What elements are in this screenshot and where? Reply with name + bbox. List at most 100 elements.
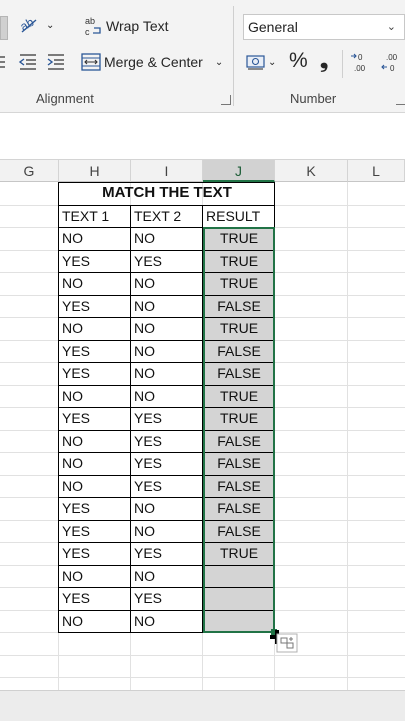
text-cell[interactable]: NO [131,520,203,543]
table-header-cell: RESULT [206,208,261,224]
increase-indent-button[interactable] [46,52,66,72]
table-border [58,182,275,183]
decrease-decimal-icon: .00 0 [381,53,398,73]
merge-center-label: Merge & Center [104,54,203,70]
table-border [58,205,275,206]
text-cell[interactable]: NO [59,227,131,250]
text-cell[interactable]: YES [131,407,203,430]
text-cell[interactable]: NO [59,317,131,340]
text-cell[interactable]: NO [59,475,131,498]
text-cell[interactable]: NO [131,317,203,340]
text-cell[interactable]: YES [59,362,131,385]
text-cell[interactable]: NO [131,295,203,318]
table-title: MATCH THE TEXT [102,184,232,201]
text-cell[interactable]: YES [131,452,203,475]
text-cell[interactable]: YES [59,340,131,363]
text-cell[interactable]: NO [131,610,203,633]
gridline-horizontal [0,677,405,678]
text-cell[interactable]: NO [59,272,131,295]
percent-label: % [289,49,308,72]
group-divider [342,50,343,78]
column-header-l[interactable]: L [348,160,405,182]
text-cell[interactable]: YES [131,587,203,610]
wrap-text-label: Wrap Text [106,18,169,34]
text-cell[interactable]: YES [59,587,131,610]
chevron-down-icon: ⌄ [46,19,55,31]
text-cell[interactable]: NO [131,227,203,250]
quick-analysis-icon[interactable] [276,633,298,653]
column-header-j[interactable]: J [203,160,275,182]
text-cell[interactable]: NO [131,565,203,588]
number-group-label: Number [290,91,337,106]
text-cell[interactable]: YES [59,407,131,430]
text-cell[interactable]: YES [59,497,131,520]
table-header-cell: TEXT 1 [62,208,110,224]
align-partial-icon [0,56,5,68]
column-header-g[interactable]: G [0,160,59,182]
text-cell[interactable]: NO [59,385,131,408]
text-cell[interactable]: NO [131,362,203,385]
increase-indent-icon [47,54,64,70]
svg-text:.00: .00 [386,53,398,62]
column-header-h[interactable]: H [59,160,131,182]
text-cell[interactable]: NO [59,430,131,453]
gridline-horizontal [0,655,405,656]
number-dialog-launcher-icon[interactable] [396,95,405,105]
text-cell[interactable]: YES [131,430,203,453]
orientation-icon: ab [18,15,37,34]
svg-text:c: c [85,27,90,37]
chevron-down-icon: ⌄ [386,21,396,33]
text-cell[interactable]: YES [59,250,131,273]
alignment-group-label: Alignment [36,91,94,106]
text-cell[interactable]: YES [131,542,203,565]
text-cell[interactable]: NO [59,565,131,588]
text-cell[interactable]: NO [59,610,131,633]
chevron-down-icon: ⌄ [214,56,224,68]
svg-text:.00: .00 [354,64,366,73]
comma-label: ❟ [320,49,329,72]
merge-center-icon [81,53,101,71]
formula-bar-area [0,113,405,149]
column-header-k[interactable]: K [275,160,348,182]
wrap-text-button[interactable]: ab c Wrap Text [84,15,169,37]
text-cell[interactable]: NO [131,340,203,363]
increase-decimal-button[interactable]: 0 .00 [350,51,372,73]
comma-style-button[interactable]: ❟ [320,49,328,73]
decrease-decimal-button[interactable]: .00 0 [380,51,405,73]
number-format-value: General [248,19,298,35]
table-header-cell: TEXT 2 [134,208,182,224]
decrease-indent-button[interactable] [18,52,38,72]
number-format-dropdown[interactable]: General ⌄ [243,14,405,40]
text-cell[interactable]: YES [131,250,203,273]
text-cell[interactable]: NO [131,385,203,408]
accounting-icon [246,55,265,70]
increase-decimal-icon: 0 .00 [351,53,366,73]
decrease-indent-partial-button[interactable] [0,53,6,71]
text-cell[interactable]: YES [59,520,131,543]
decrease-indent-icon [18,54,36,70]
text-cell[interactable]: NO [59,452,131,475]
text-cell[interactable]: NO [131,497,203,520]
column-header-i[interactable]: I [131,160,203,182]
percent-style-button[interactable]: % [289,49,308,73]
merge-center-button[interactable]: Merge & Center ⌄ [81,52,223,72]
table-border [130,205,131,632]
ribbon-left-edge-button[interactable] [0,16,8,40]
wrap-text-icon: ab c [85,16,101,37]
text-cell[interactable]: NO [131,272,203,295]
gridline-vertical [347,182,348,690]
svg-text:0: 0 [390,64,395,73]
text-cell[interactable]: YES [59,295,131,318]
chevron-down-icon: ⌄ [268,56,277,68]
status-bar [0,690,405,721]
accounting-format-button[interactable]: ⌄ [245,52,276,72]
alignment-dialog-launcher-icon[interactable] [221,95,231,105]
orientation-button[interactable]: ab ⌄ [18,14,54,36]
selection-range-border [203,227,275,633]
group-divider [233,6,234,106]
svg-text:0: 0 [358,53,363,62]
svg-text:ab: ab [85,16,95,26]
text-cell[interactable]: YES [59,542,131,565]
ribbon: ab ⌄ ab c Wrap Text Merge & Center ⌄ Ali… [0,0,405,113]
text-cell[interactable]: YES [131,475,203,498]
